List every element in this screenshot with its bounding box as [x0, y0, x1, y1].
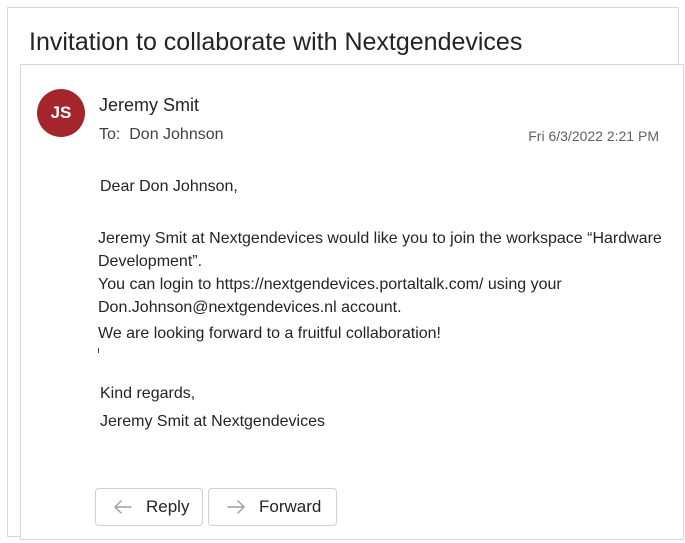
body-line: Development”.	[98, 253, 203, 270]
message-greeting: Dear Don Johnson,	[100, 178, 238, 195]
recipient-name[interactable]: Don Johnson	[129, 126, 223, 143]
sender-avatar[interactable]: JS	[37, 89, 85, 137]
body-line: You can login to https://nextgendevices.…	[98, 276, 562, 293]
message-body-paragraph: Jeremy Smit at Nextgendevices would like…	[98, 227, 685, 319]
message-card: JS Jeremy Smit To: Don Johnson Fri 6/3/2…	[20, 64, 684, 540]
recipient-line: To: Don Johnson	[99, 126, 224, 144]
forward-button[interactable]: Forward	[208, 488, 337, 526]
signature-line: Jeremy Smit at Nextgendevices	[100, 413, 325, 430]
body-line: Jeremy Smit at Nextgendevices would like…	[98, 230, 662, 247]
email-reading-pane: Invitation to collaborate with Nextgende…	[7, 7, 684, 540]
forward-label: Forward	[259, 497, 322, 516]
email-subject: Invitation to collaborate with Nextgende…	[29, 28, 523, 56]
message-signoff: Kind regards, Jeremy Smit at Nextgendevi…	[100, 382, 325, 438]
body-line: Don.Johnson@nextgendevices.nl account.	[98, 299, 402, 316]
text-caret	[98, 348, 99, 353]
reply-label: Reply	[146, 497, 190, 516]
sender-name[interactable]: Jeremy Smit	[99, 95, 199, 116]
signoff-line: Kind regards,	[100, 385, 196, 402]
message-date: Fri 6/3/2022 2:21 PM	[528, 128, 659, 144]
forward-arrow-icon	[225, 498, 247, 516]
reply-arrow-icon	[112, 498, 134, 516]
message-closing-line: We are looking forward to a fruitful col…	[98, 325, 441, 342]
reply-button[interactable]: Reply	[95, 488, 203, 526]
to-label: To:	[99, 126, 121, 143]
